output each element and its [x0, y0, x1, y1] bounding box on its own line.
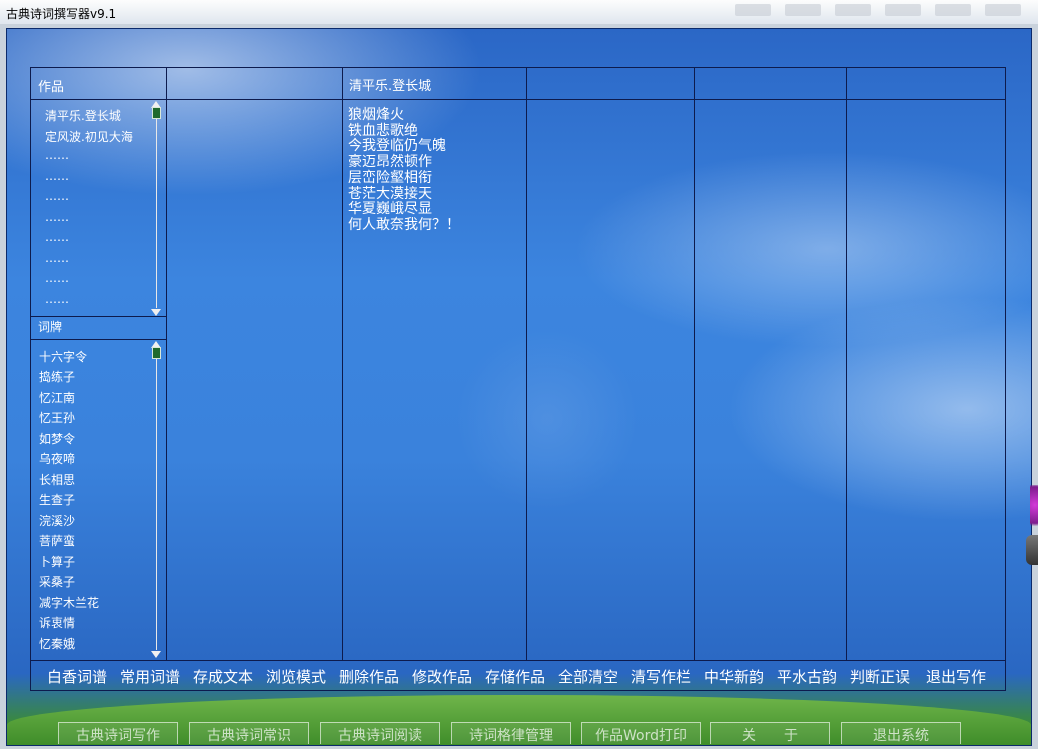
list-item[interactable]: 忆王孙 [39, 409, 75, 426]
list-item[interactable]: 卜算子 [39, 553, 75, 570]
list-item[interactable]: …… [45, 271, 69, 285]
scroll-track[interactable] [156, 108, 157, 308]
list-item[interactable]: …… [45, 230, 69, 244]
cmd-save-as-text[interactable]: 存成文本 [193, 666, 253, 687]
cipai-header: 词牌 [38, 320, 63, 334]
scroll-track[interactable] [156, 348, 157, 650]
list-item[interactable]: 忆秦娥 [39, 635, 75, 652]
scroll-thumb-icon[interactable] [152, 347, 161, 359]
cmd-pingshui-guyun[interactable]: 平水古韵 [777, 666, 837, 687]
titlebar-ghost-2 [785, 4, 821, 16]
list-item[interactable]: …… [45, 189, 69, 203]
poem-title: 清平乐.登长城 [349, 79, 432, 94]
scroll-thumb-icon[interactable] [152, 107, 161, 119]
list-item[interactable]: 清平乐.登长城 [45, 107, 121, 124]
list-item[interactable]: …… [45, 169, 69, 183]
cmd-exit-writing[interactable]: 退出写作 [926, 666, 986, 687]
btn-classical-reading[interactable]: 古典诗词阅读 [320, 722, 440, 744]
cmd-clear-all[interactable]: 全部清空 [558, 666, 618, 687]
header-divider [31, 99, 1005, 100]
list-item[interactable]: 菩萨蛮 [39, 532, 75, 549]
poem-text[interactable]: 狼烟烽火 铁血悲歌绝 今我登临仍气魄 豪迈昂然顿作 层峦险壑相衔 苍茫大漠接天 … [348, 107, 460, 234]
list-item[interactable]: 如梦令 [39, 430, 75, 447]
titlebar-ghost-1 [735, 4, 771, 16]
column-divider [846, 68, 847, 660]
list-item[interactable]: 定风波.初见大海 [45, 128, 133, 145]
editor-panel: 作品 清平乐.登长城 词牌 清平乐.登长城 定风波.初见大海 …… …… …… … [30, 67, 1006, 691]
title-bar: 古典诗词撰写器v9.1 [0, 0, 1038, 24]
cmd-delete-work[interactable]: 删除作品 [339, 666, 399, 687]
arrow-down-icon[interactable] [151, 651, 161, 658]
btn-exit-system[interactable]: 退出系统 [841, 722, 961, 744]
column-divider [526, 68, 527, 660]
list-item[interactable]: …… [45, 148, 69, 162]
cmd-clear-writing[interactable]: 清写作栏 [631, 666, 691, 687]
column-divider [342, 68, 343, 660]
cipai-header-divider [31, 339, 166, 340]
works-header: 作品 [38, 80, 65, 95]
list-item[interactable]: 十六字令 [39, 348, 87, 365]
titlebar-ghost-6 [985, 4, 1021, 16]
titlebar-ghost-3 [835, 4, 871, 16]
list-item[interactable]: 采桑子 [39, 573, 75, 590]
list-item[interactable]: 减字木兰花 [39, 594, 99, 611]
cmd-changyong-cipu[interactable]: 常用词谱 [120, 666, 180, 687]
list-item[interactable]: 忆江南 [39, 389, 75, 406]
btn-about[interactable]: 关 于 [710, 722, 830, 744]
list-item[interactable]: …… [45, 251, 69, 265]
cmd-baixiang-cipu[interactable]: 白香词谱 [47, 666, 107, 687]
column-divider [166, 68, 167, 660]
arrow-down-icon[interactable] [151, 309, 161, 316]
list-item[interactable]: 生查子 [39, 491, 75, 508]
list-item[interactable]: 长相思 [39, 471, 75, 488]
list-item[interactable]: …… [45, 210, 69, 224]
btn-metrics-management[interactable]: 诗词格律管理 [451, 722, 571, 744]
decorative-blob [1026, 535, 1038, 565]
btn-classical-knowledge[interactable]: 古典诗词常识 [189, 722, 309, 744]
btn-word-print[interactable]: 作品Word打印 [581, 722, 701, 744]
decorative-blob [1030, 485, 1038, 535]
cmd-zhonghua-xinyun[interactable]: 中华新韵 [704, 666, 764, 687]
cmd-browse-mode[interactable]: 浏览模式 [266, 666, 326, 687]
column-divider [694, 68, 695, 660]
works-bottom-divider [31, 316, 166, 317]
list-item[interactable]: 浣溪沙 [39, 512, 75, 529]
cmd-check-correctness[interactable]: 判断正误 [850, 666, 910, 687]
titlebar-ghost-5 [935, 4, 971, 16]
list-item[interactable]: …… [45, 292, 69, 306]
cmd-edit-work[interactable]: 修改作品 [412, 666, 472, 687]
list-item[interactable]: 捣练子 [39, 368, 75, 385]
btn-classical-writing[interactable]: 古典诗词写作 [58, 722, 178, 744]
list-item[interactable]: 乌夜啼 [39, 450, 75, 467]
list-item[interactable]: 诉衷情 [39, 614, 75, 631]
titlebar-ghost-4 [885, 4, 921, 16]
window-title: 古典诗词撰写器v9.1 [6, 7, 117, 21]
cmd-store-work[interactable]: 存储作品 [485, 666, 545, 687]
command-bar: 白香词谱 常用词谱 存成文本 浏览模式 删除作品 修改作品 存储作品 全部清空 … [31, 660, 1005, 690]
